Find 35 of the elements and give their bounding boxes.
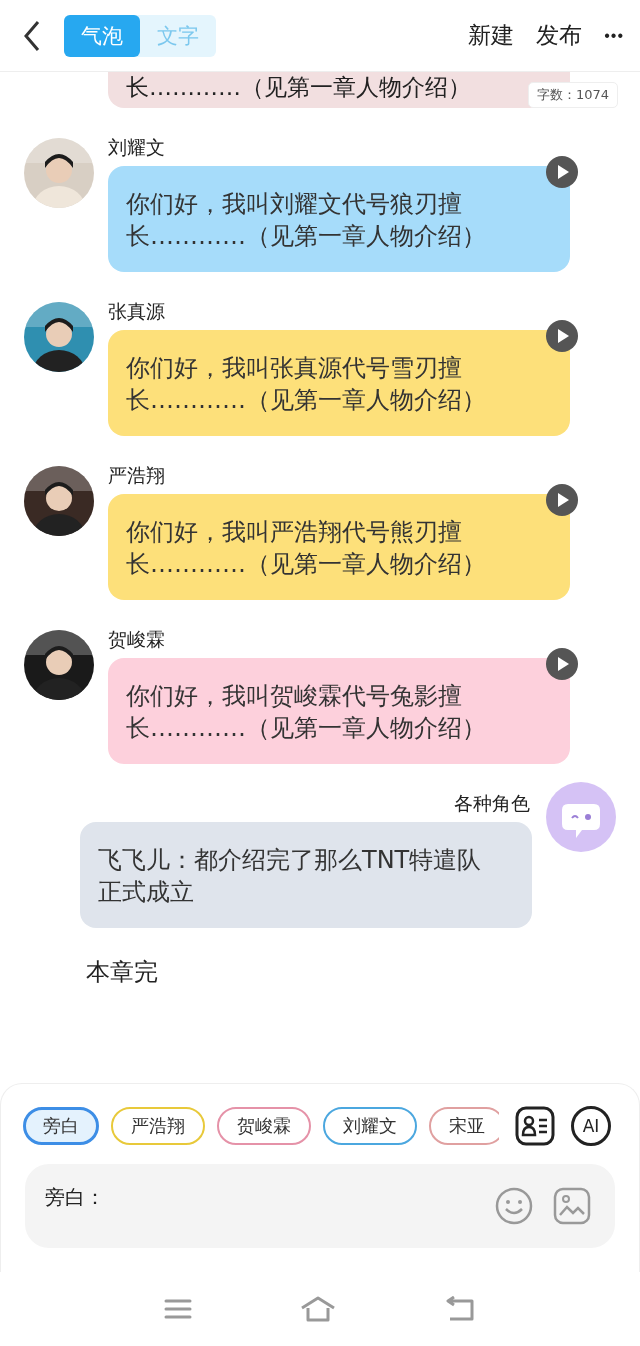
- character-chip[interactable]: 贺峻霖: [217, 1107, 311, 1145]
- input-label: 旁白：: [45, 1183, 105, 1211]
- character-name: 严浩翔: [108, 464, 166, 486]
- message-bubble: 飞飞儿：都介绍完了那么TNT特遣队正式成立: [80, 822, 532, 928]
- character-name: 各种角色: [454, 792, 530, 814]
- play-icon[interactable]: [546, 156, 578, 188]
- header-action[interactable]: 新建: [462, 20, 521, 51]
- input-field[interactable]: 旁白：: [25, 1164, 615, 1248]
- chat-bubble-icon: [546, 782, 616, 852]
- image-icon[interactable]: [553, 1187, 591, 1225]
- play-icon[interactable]: [546, 648, 578, 680]
- ai-button[interactable]: AI: [571, 1106, 611, 1146]
- play-icon[interactable]: [546, 320, 578, 352]
- more-button[interactable]: •••: [604, 26, 624, 45]
- character-chip[interactable]: 刘耀文: [323, 1107, 417, 1145]
- word-count: 字数：1074: [527, 82, 618, 108]
- character-name: 贺峻霖: [108, 628, 166, 650]
- menu-icon[interactable]: [164, 1298, 192, 1320]
- character-chip[interactable]: 旁白: [23, 1107, 99, 1145]
- message-bubble: 你们好，我叫刘耀文代号狼刃擅长…………（见第一章人物介绍）: [108, 166, 570, 272]
- header-action[interactable]: 发布: [530, 20, 589, 51]
- emoji-icon[interactable]: [495, 1187, 533, 1225]
- message-bubble: 你们好，我叫张真源代号雪刃擅长…………（见第一章人物介绍）: [108, 330, 570, 436]
- home-icon[interactable]: [300, 1296, 336, 1322]
- character-name: 张真源: [108, 300, 166, 322]
- back-nav-icon[interactable]: [444, 1296, 476, 1322]
- back-icon[interactable]: [22, 19, 42, 52]
- chapter-end-text: 本章完: [86, 957, 159, 988]
- message-bubble: 你们好，我叫严浩翔代号熊刃擅长…………（见第一章人物介绍）: [108, 494, 570, 600]
- character-chip[interactable]: 宋亚: [429, 1107, 499, 1145]
- play-icon[interactable]: [546, 484, 578, 516]
- character-chip[interactable]: 严浩翔: [111, 1107, 205, 1145]
- character-name: 刘耀文: [108, 136, 166, 158]
- contact-card-icon[interactable]: [515, 1106, 555, 1146]
- message-bubble: 你们好，我叫贺峻霖代号兔影擅长…………（见第一章人物介绍）: [108, 658, 570, 764]
